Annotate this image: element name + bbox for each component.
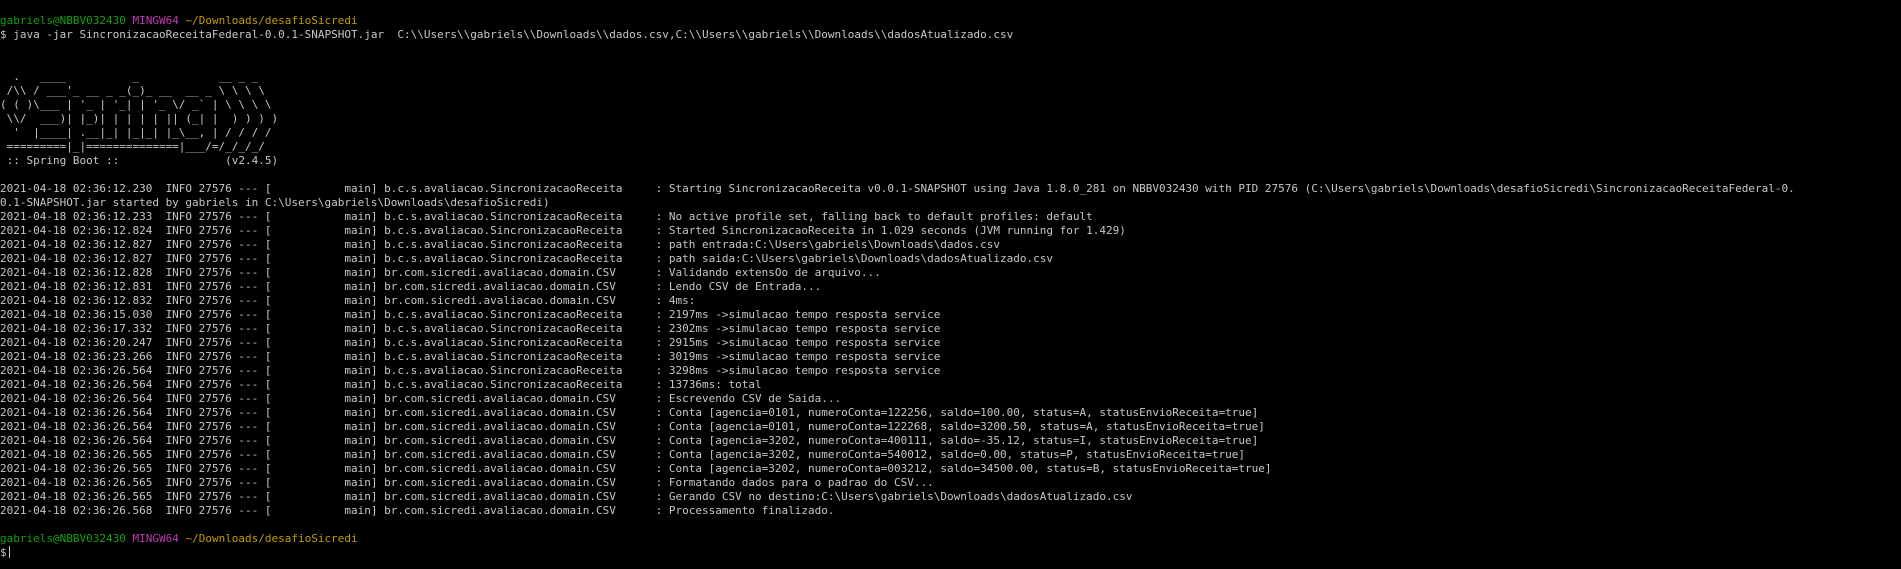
log-line: 2021-04-18 02:36:26.565 INFO 27576 --- [… <box>0 490 1133 503</box>
command-line: $ java -jar SincronizacaoReceitaFederal-… <box>0 28 1901 42</box>
prompt-user-host: gabriels@NBBV032430 <box>0 532 126 545</box>
log-line: 2021-04-18 02:36:26.564 INFO 27576 --- [… <box>0 392 842 405</box>
log-line: 2021-04-18 02:36:26.564 INFO 27576 --- [… <box>0 406 1259 419</box>
prompt-line: gabriels@NBBV032430 MINGW64 ~/Downloads/… <box>0 532 1901 546</box>
banner-line: ' |____| .__|_| |_|_| |_\__, | / / / / <box>0 126 272 139</box>
prompt-cwd: ~/Downloads/desafioSicredi <box>185 14 358 27</box>
log-line: 2021-04-18 02:36:12.233 INFO 27576 --- [… <box>0 210 1093 223</box>
log-line: 2021-04-18 02:36:17.332 INFO 27576 --- [… <box>0 322 941 335</box>
prompt-symbol: $ <box>0 546 7 559</box>
log-line: 2021-04-18 02:36:12.824 INFO 27576 --- [… <box>0 224 1126 237</box>
log-line: 2021-04-18 02:36:12.827 INFO 27576 --- [… <box>0 252 1053 265</box>
log-line: 2021-04-18 02:36:26.564 INFO 27576 --- [… <box>0 378 762 391</box>
prompt-symbol: $ <box>0 28 7 41</box>
log-line: 2021-04-18 02:36:26.565 INFO 27576 --- [… <box>0 476 934 489</box>
prompt-msystem: MINGW64 <box>132 532 179 545</box>
log-line: 2021-04-18 02:36:26.564 INFO 27576 --- [… <box>0 434 1259 447</box>
command-text: java -jar SincronizacaoReceitaFederal-0.… <box>13 28 1014 41</box>
log-line: 2021-04-18 02:36:26.565 INFO 27576 --- [… <box>0 448 1246 461</box>
terminal-window[interactable]: gabriels@NBBV032430 MINGW64 ~/Downloads/… <box>0 0 1901 569</box>
log-line: 2021-04-18 02:36:12.831 INFO 27576 --- [… <box>0 280 822 293</box>
prompt-cwd: ~/Downloads/desafioSicredi <box>185 532 358 545</box>
log-line: 2021-04-18 02:36:12.827 INFO 27576 --- [… <box>0 238 1001 251</box>
banner-line: ( ( )\___ | '_ | '_| | '_ \/ _` | \ \ \ … <box>0 98 272 111</box>
text-cursor <box>8 546 10 558</box>
prompt-user-host: gabriels@NBBV032430 <box>0 14 126 27</box>
log-line: 2021-04-18 02:36:26.564 INFO 27576 --- [… <box>0 420 1265 433</box>
prompt-line: gabriels@NBBV032430 MINGW64 ~/Downloads/… <box>0 14 1901 28</box>
log-line: 2021-04-18 02:36:26.568 INFO 27576 --- [… <box>0 504 835 517</box>
log-line: 0.1-SNAPSHOT.jar started by gabriels in … <box>0 196 550 209</box>
banner-line: /\\ / ___'_ __ _ _(_)_ __ __ _ \ \ \ \ <box>0 84 265 97</box>
banner-line: . ____ _ __ _ _ <box>0 70 259 83</box>
banner-line: \\/ ___)| |_)| | | | | || (_| | ) ) ) ) <box>0 112 279 125</box>
input-line[interactable]: $ <box>0 546 1901 560</box>
log-line: 2021-04-18 02:36:12.230 INFO 27576 --- [… <box>0 182 1795 195</box>
banner-line: =========|_|==============|___/=/_/_/_/ <box>0 140 265 153</box>
prompt-msystem: MINGW64 <box>132 14 179 27</box>
log-line: 2021-04-18 02:36:15.030 INFO 27576 --- [… <box>0 308 941 321</box>
banner-version-line: :: Spring Boot :: (v2.4.5) <box>0 154 279 167</box>
log-line: 2021-04-18 02:36:20.247 INFO 27576 --- [… <box>0 336 941 349</box>
log-line: 2021-04-18 02:36:12.828 INFO 27576 --- [… <box>0 266 881 279</box>
log-line: 2021-04-18 02:36:23.266 INFO 27576 --- [… <box>0 350 941 363</box>
log-line: 2021-04-18 02:36:26.565 INFO 27576 --- [… <box>0 462 1272 475</box>
log-line: 2021-04-18 02:36:26.564 INFO 27576 --- [… <box>0 364 941 377</box>
log-line: 2021-04-18 02:36:12.832 INFO 27576 --- [… <box>0 294 696 307</box>
